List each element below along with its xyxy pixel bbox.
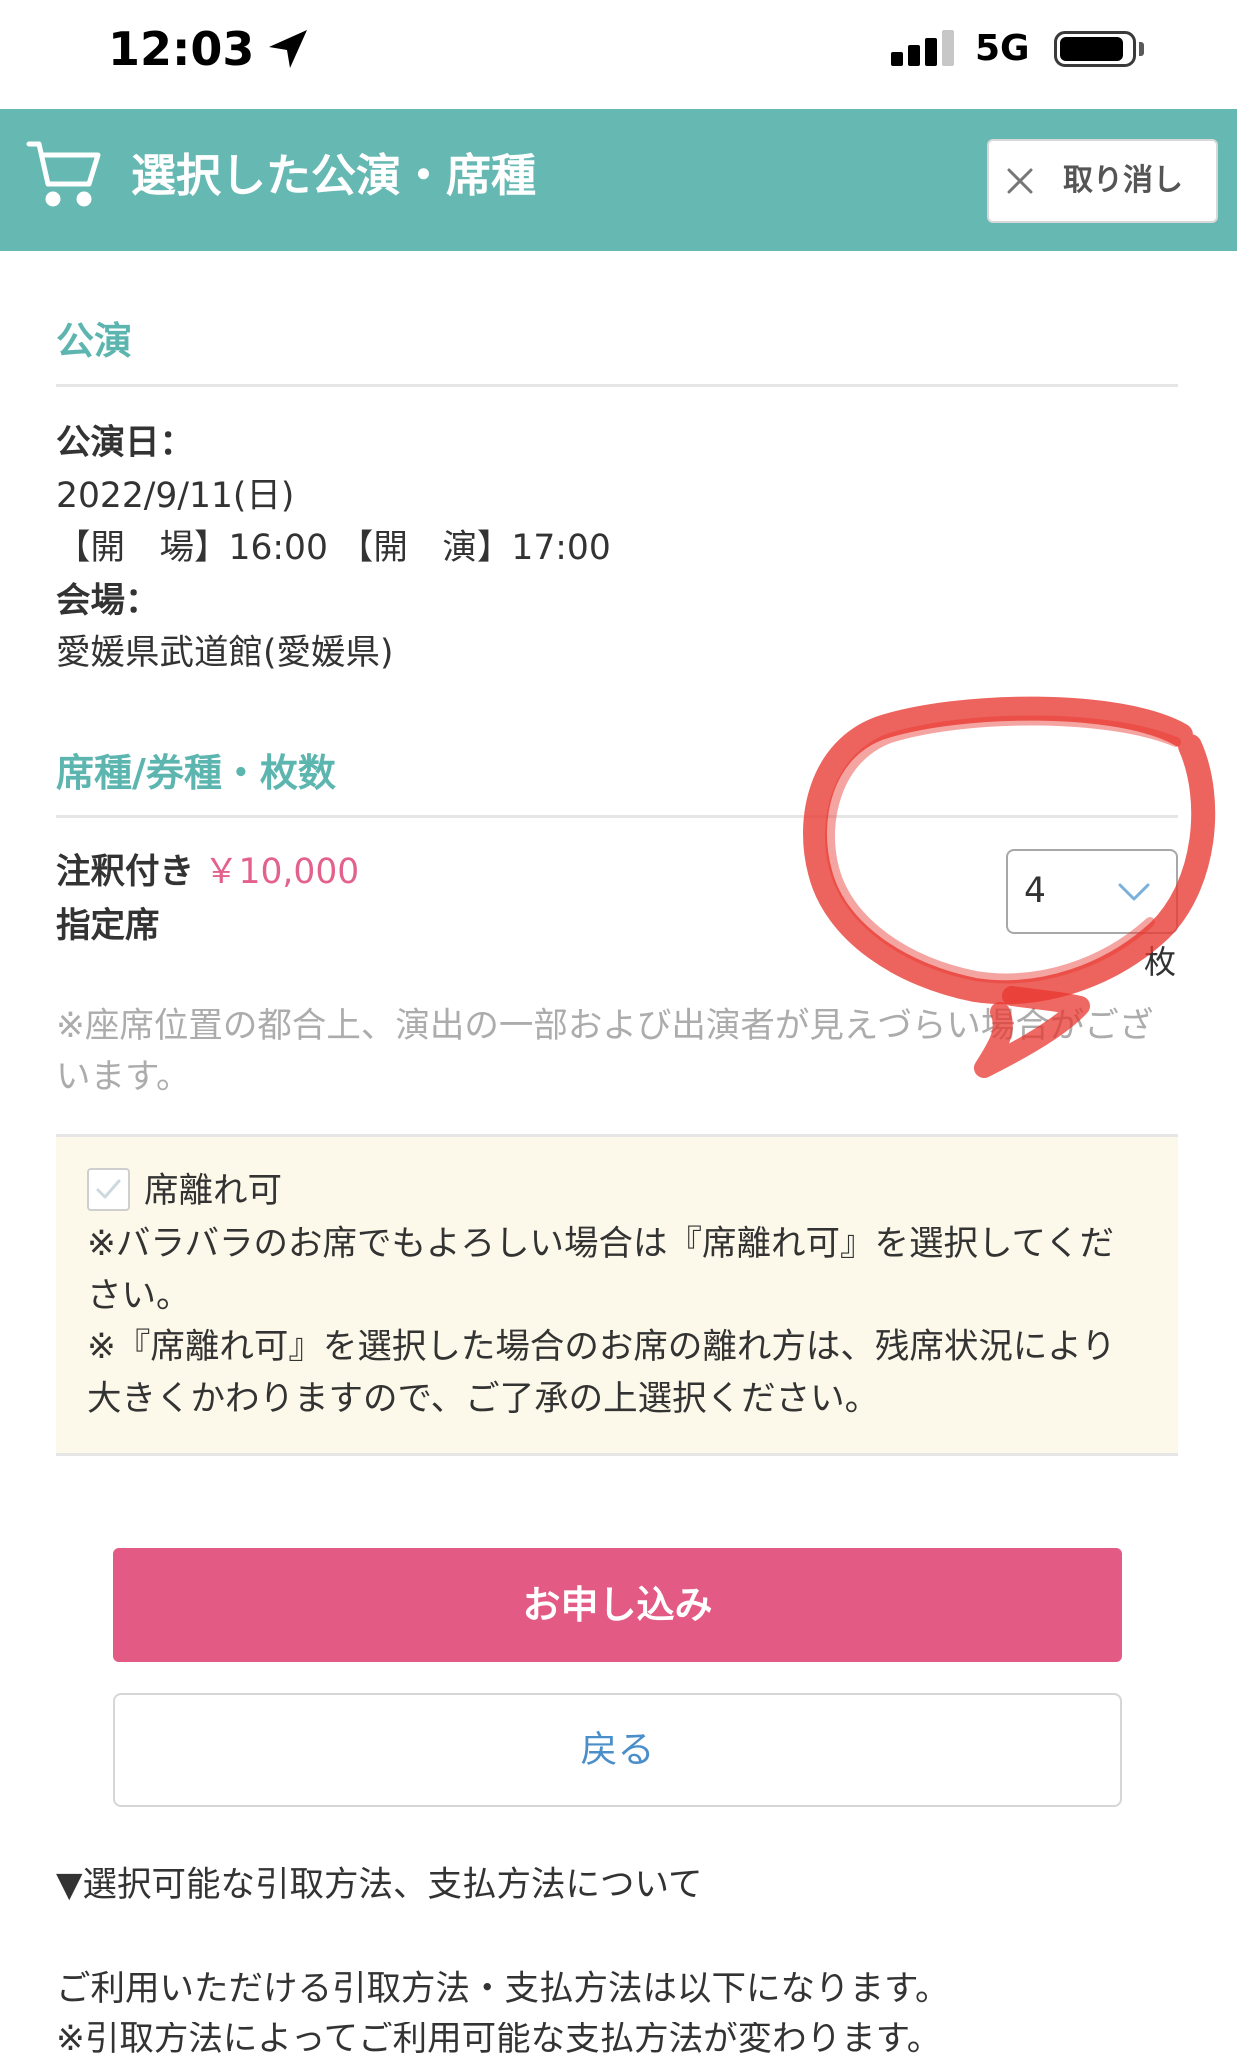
apply-button[interactable]: お申し込み — [113, 1548, 1122, 1662]
check-icon — [96, 1179, 121, 1199]
performance-info: 公演日： 2022/9/11(日) 【開 場】16:00 【開 演】17:00 … — [56, 417, 1178, 680]
status-bar: 12:03 5G — [0, 0, 1237, 109]
separate-seats-note: ※『席離れ可』を選択した場合のお席の離れ方は、残席状況により大きくかわりますので… — [87, 1327, 1116, 1419]
signal-bar — [942, 30, 954, 66]
seat-heading: 席種/券種・枚数 — [56, 751, 336, 795]
signal-bar — [908, 45, 920, 66]
seat-type-row: 注釈付き ￥10,000 — [56, 846, 359, 898]
venue-name: 愛媛県武道館(愛媛県) — [56, 633, 394, 674]
cart-icon — [26, 141, 101, 207]
signal-bar — [891, 52, 903, 66]
seat-type: 注釈付き — [56, 852, 194, 892]
seat-class: 指定席 — [56, 906, 160, 946]
signal-bar — [925, 38, 937, 66]
performance-date: 2022/9/11(日) — [56, 475, 295, 516]
venue-label: 会場： — [56, 580, 160, 621]
network-type: 5G — [975, 28, 1030, 69]
separate-seats-note: ※バラバラのお席でもよろしい場合は『席離れ可』を選択してください。 — [87, 1224, 1114, 1316]
battery-fill — [1060, 37, 1123, 61]
divider — [56, 815, 1178, 818]
seat-price: ￥10,000 — [204, 852, 360, 892]
separate-seats-checkbox[interactable] — [87, 1168, 130, 1211]
page-title: 選択した公演・席種 — [131, 149, 537, 202]
status-time: 12:03 — [108, 22, 255, 76]
methods-toggle[interactable]: ▼選択可能な引取方法、支払方法について — [56, 1859, 1206, 1911]
quantity-select[interactable]: 4 — [1006, 849, 1178, 934]
performance-heading: 公演 — [56, 319, 133, 363]
date-label: 公演日： — [56, 423, 194, 463]
page-header: 選択した公演・席種 取り消し — [0, 109, 1237, 251]
cancel-button-label: 取り消し — [1063, 163, 1183, 198]
methods-intro: ご利用いただける引取方法・支払方法は以下になります。 — [56, 1969, 950, 2009]
separate-seats-label[interactable]: 席離れ可 — [144, 1165, 282, 1217]
back-button[interactable]: 戻る — [113, 1693, 1122, 1807]
quantity-value: 4 — [1024, 871, 1046, 911]
battery-nub — [1139, 42, 1144, 56]
separate-seats-panel: 席離れ可 ※バラバラのお席でもよろしい場合は『席離れ可』を選択してください。 ※… — [56, 1137, 1178, 1456]
methods-note: ※引取方法によってご利用可能な支払方法が変わります。 — [56, 2022, 942, 2056]
cancel-button[interactable]: 取り消し — [987, 139, 1218, 223]
chevron-down-icon — [1118, 883, 1150, 901]
seat-note: ※座席位置の都合上、演出の一部および出演者が見えづらい場合がございます。 — [56, 1006, 1154, 1097]
quantity-unit: 枚 — [1144, 943, 1177, 981]
divider — [56, 384, 1178, 387]
location-arrow-icon — [269, 30, 307, 68]
battery-icon — [1054, 31, 1136, 67]
signal-icon — [891, 30, 954, 66]
performance-times: 【開 場】16:00 【開 演】17:00 — [56, 528, 611, 569]
close-icon — [1007, 168, 1033, 194]
